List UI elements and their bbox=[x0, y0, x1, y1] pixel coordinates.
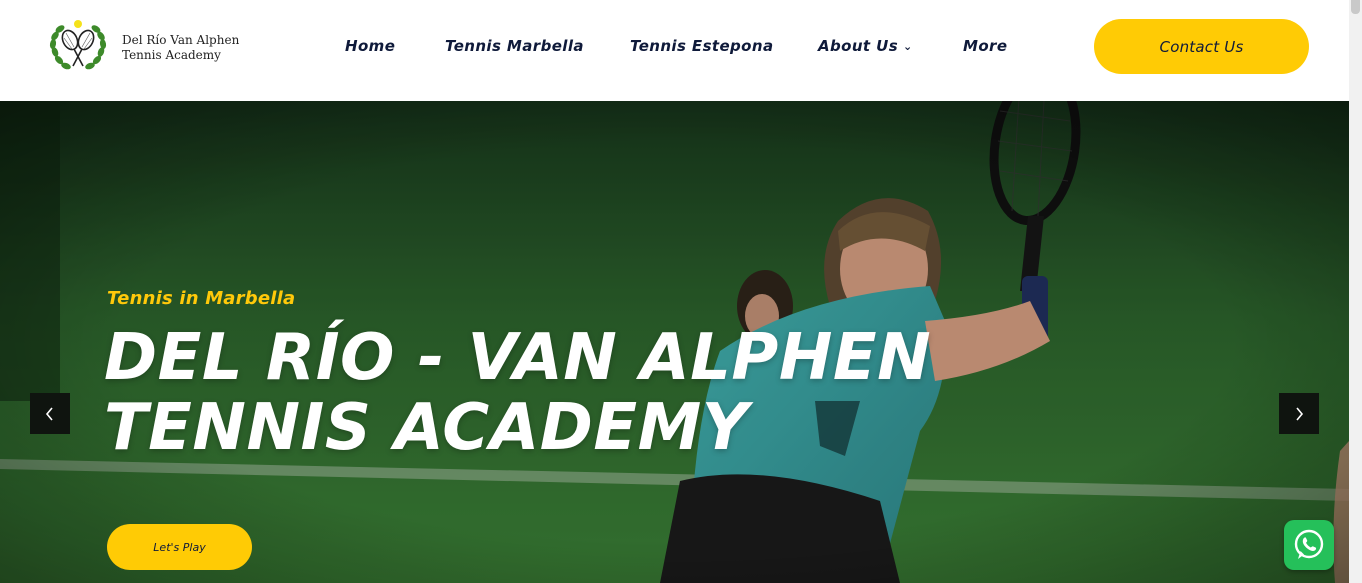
whatsapp-chat-button[interactable] bbox=[1284, 520, 1334, 570]
brand-line-1: Del Río Van Alphen bbox=[122, 33, 240, 47]
whatsapp-icon bbox=[1294, 529, 1324, 559]
chevron-right-icon bbox=[1296, 406, 1304, 421]
hero-title-line-1: DEL RÍO - VAN ALPHEN bbox=[104, 321, 932, 395]
brand-line-2: Tennis Academy bbox=[122, 48, 221, 62]
nav-home[interactable]: Home bbox=[345, 36, 395, 56]
slider-prev-button[interactable] bbox=[30, 393, 70, 434]
nav-about-us-label: About Us bbox=[818, 37, 899, 55]
site-logo[interactable]: Del Río Van Alphen Tennis Academy bbox=[47, 18, 252, 78]
lets-play-button[interactable]: Let's Play bbox=[107, 524, 252, 570]
hero-eyebrow: Tennis in Marbella bbox=[107, 288, 296, 309]
nav-tennis-marbella[interactable]: Tennis Marbella bbox=[445, 36, 584, 56]
hero-title-line-2: TENNIS ACADEMY bbox=[104, 391, 749, 465]
brand-name: Del Río Van Alphen Tennis Academy bbox=[122, 33, 252, 63]
hero-title: DEL RÍO - VAN ALPHEN TENNIS ACADEMY bbox=[104, 323, 1004, 463]
hero-slider: Tennis in Marbella DEL RÍO - VAN ALPHEN … bbox=[0, 101, 1349, 583]
site-header: Del Río Van Alphen Tennis Academy Home T… bbox=[0, 0, 1349, 101]
nav-more[interactable]: More bbox=[963, 36, 1007, 56]
nav-about-us[interactable]: About Us ⌄ bbox=[818, 36, 913, 57]
page-scrollbar[interactable] bbox=[1349, 0, 1362, 583]
slider-next-button[interactable] bbox=[1279, 393, 1319, 434]
scrollbar-thumb[interactable] bbox=[1351, 0, 1360, 14]
nav-tennis-estepona[interactable]: Tennis Estepona bbox=[630, 36, 773, 56]
tennis-academy-emblem-icon bbox=[49, 20, 107, 70]
chevron-down-icon: ⌄ bbox=[903, 40, 913, 53]
contact-us-button[interactable]: Contact Us bbox=[1094, 19, 1309, 74]
chevron-left-icon bbox=[45, 406, 53, 421]
